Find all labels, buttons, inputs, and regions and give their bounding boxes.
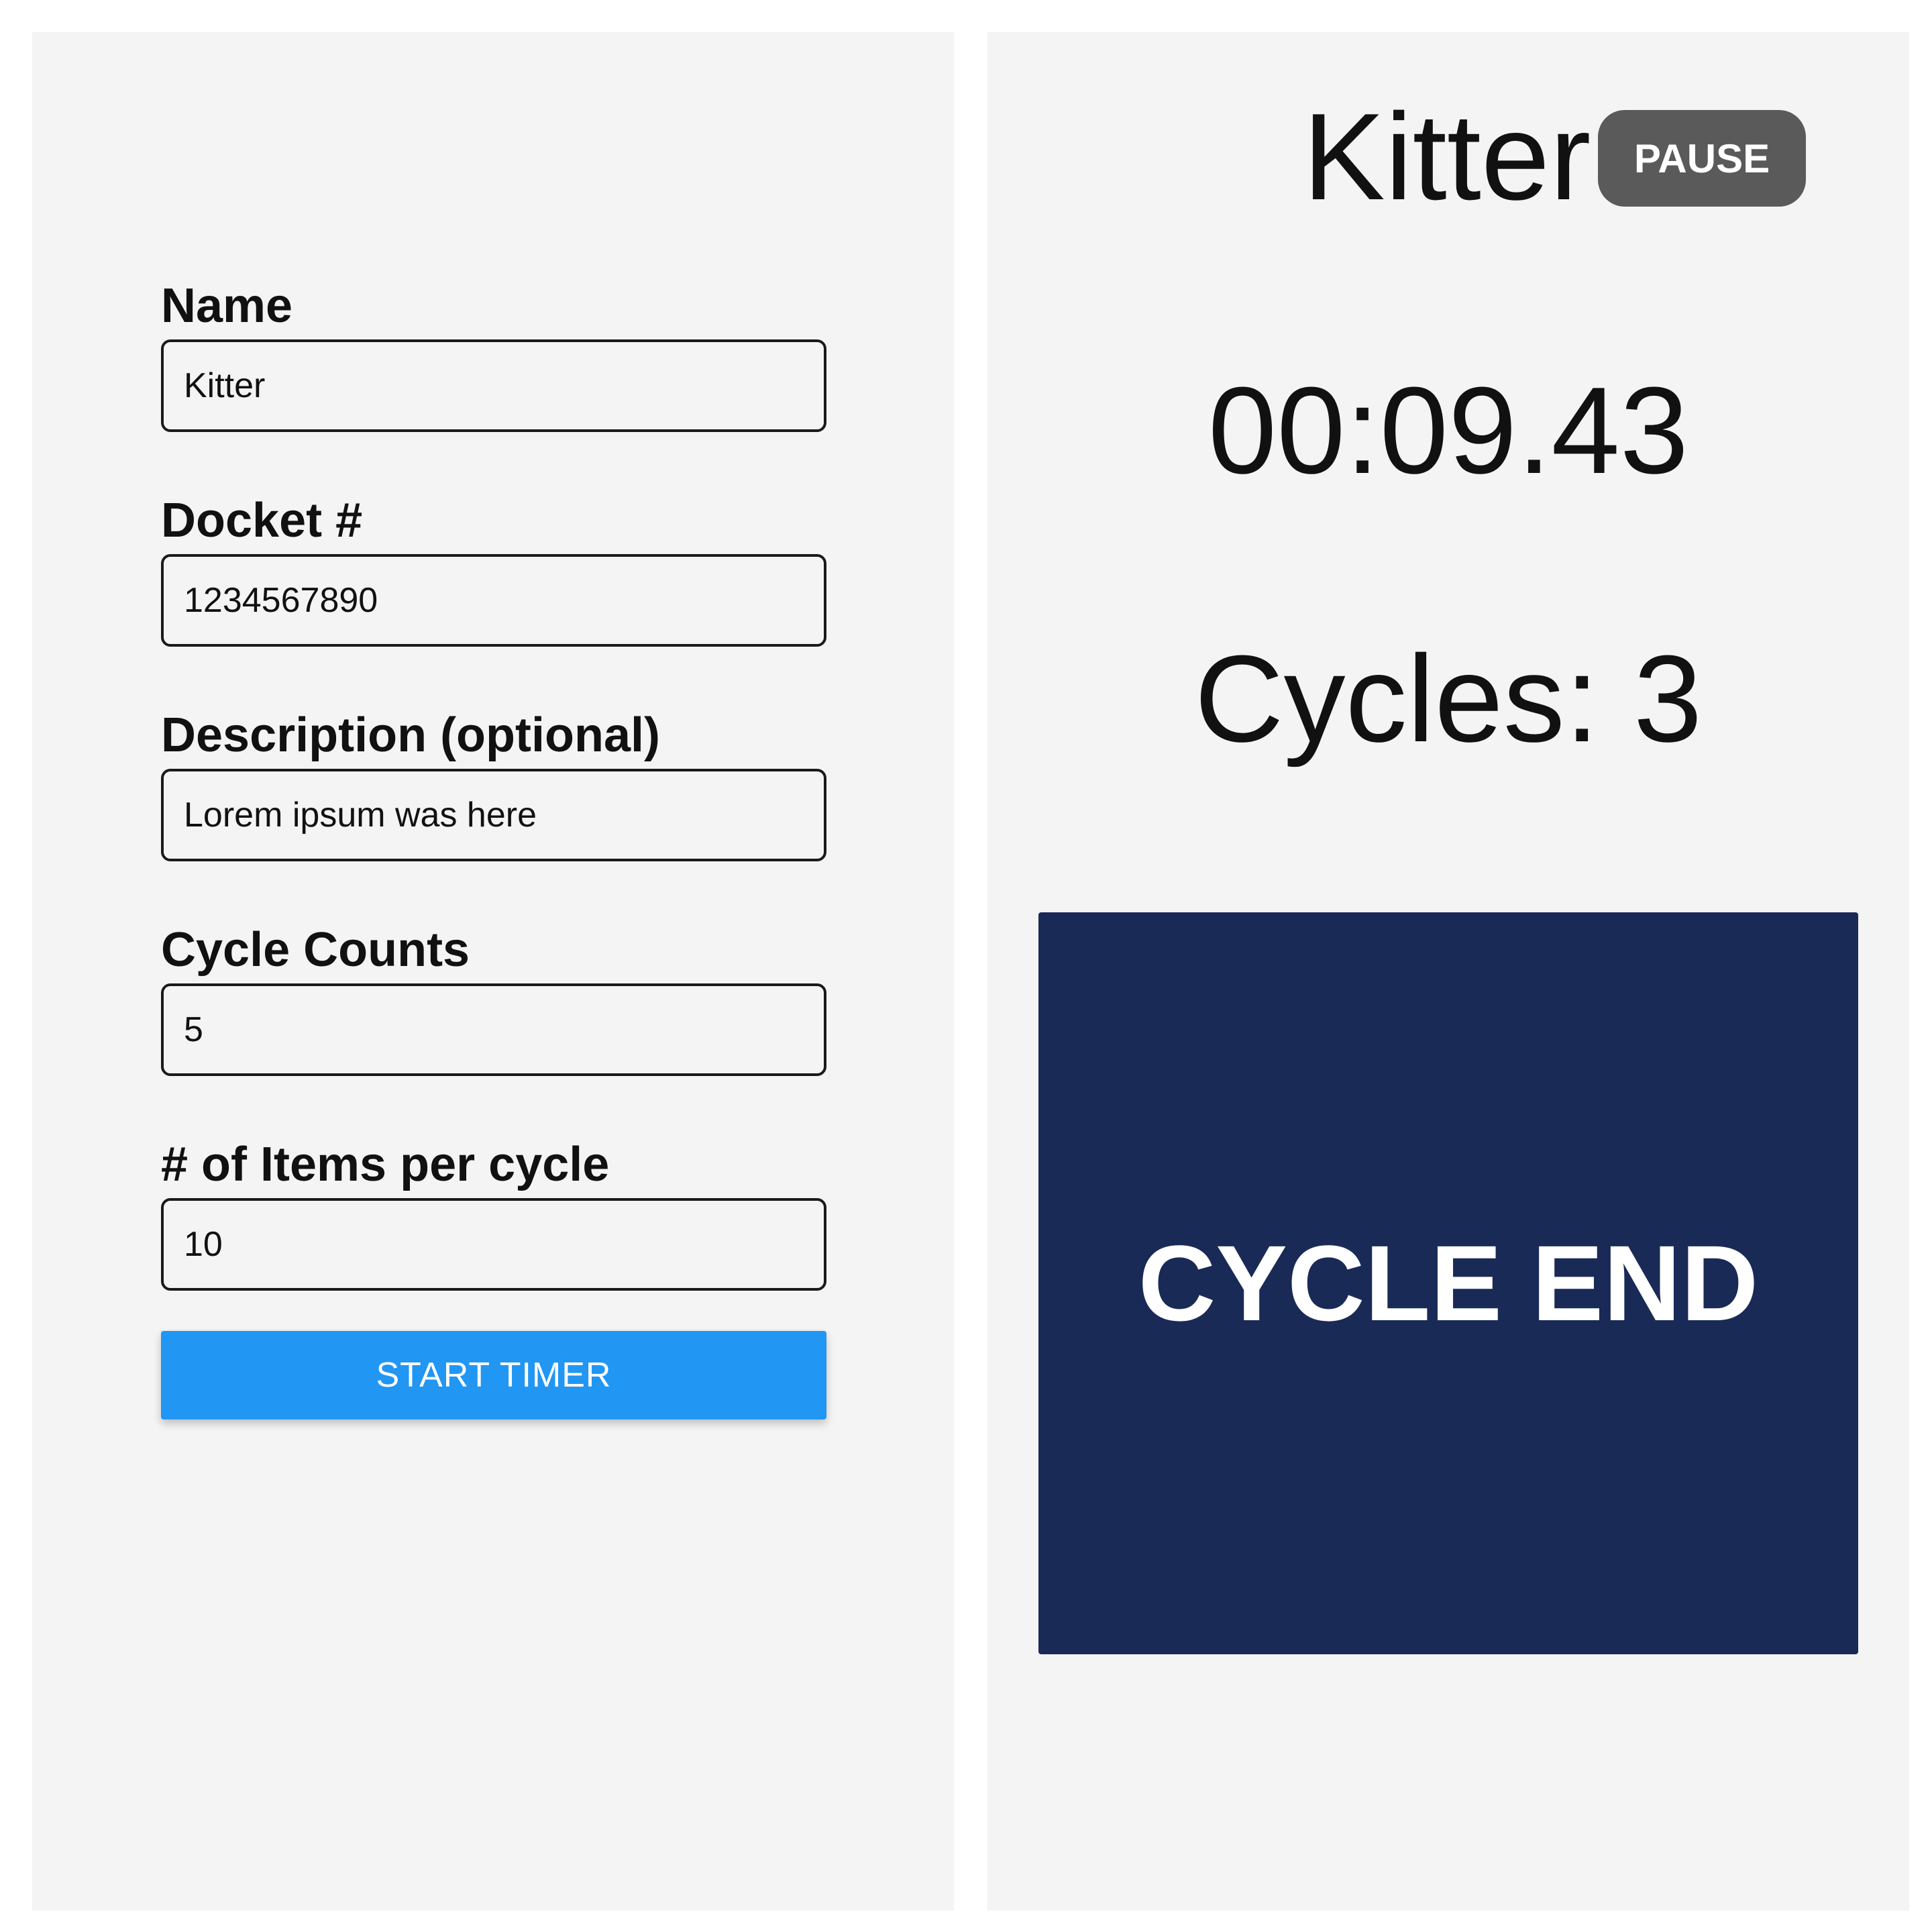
elapsed-time-display: 00:09.43 bbox=[1208, 361, 1689, 499]
docket-label: Docket # bbox=[161, 494, 363, 547]
items-per-cycle-label: # of Items per cycle bbox=[161, 1138, 610, 1191]
timer-panel: Kitter PAUSE 00:09.43 Cycles: 3 CYCLE EN… bbox=[987, 32, 1909, 1911]
items-per-cycle-input[interactable] bbox=[161, 1198, 826, 1291]
start-timer-button[interactable]: START TIMER bbox=[161, 1331, 826, 1419]
docket-input[interactable] bbox=[161, 554, 826, 647]
cycle-end-button[interactable]: CYCLE END bbox=[1038, 912, 1858, 1654]
description-input[interactable] bbox=[161, 769, 826, 861]
name-input[interactable] bbox=[161, 339, 826, 432]
cycles-count: 3 bbox=[1633, 629, 1703, 767]
name-label: Name bbox=[161, 279, 293, 333]
cycles-counter: Cycles: 3 bbox=[987, 628, 1909, 770]
cycles-label: Cycles: bbox=[1194, 629, 1599, 767]
pause-button[interactable]: PAUSE bbox=[1598, 110, 1806, 207]
setup-form-panel: Name Docket # Description (optional) Cyc… bbox=[32, 32, 954, 1911]
cycle-counts-input[interactable] bbox=[161, 983, 826, 1076]
timer-title: Kitter bbox=[1303, 87, 1591, 225]
cycle-counts-label: Cycle Counts bbox=[161, 923, 470, 977]
description-label: Description (optional) bbox=[161, 708, 660, 762]
